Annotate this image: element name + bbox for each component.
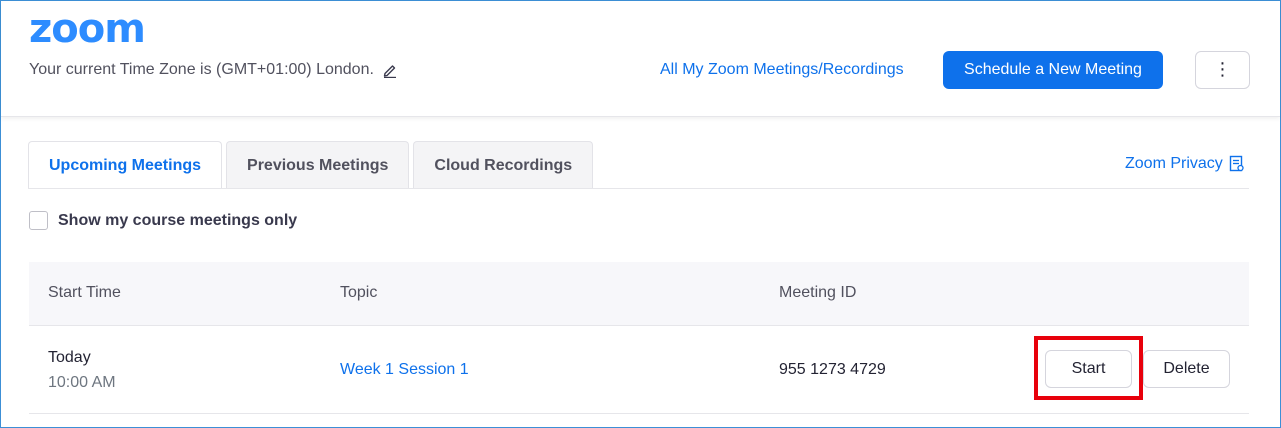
page-header: zoom Your current Time Zone is (GMT+01:0… — [1, 1, 1280, 117]
timezone-info: Your current Time Zone is (GMT+01:00) Lo… — [29, 61, 398, 79]
meeting-id: 955 1273 4729 — [779, 361, 886, 378]
zoom-logo: zoom — [29, 6, 146, 52]
delete-button[interactable]: Delete — [1143, 350, 1230, 388]
timezone-text: Your current Time Zone is (GMT+01:00) Lo… — [29, 61, 374, 78]
privacy-link-label: Zoom Privacy — [1125, 155, 1223, 172]
all-meetings-link[interactable]: All My Zoom Meetings/Recordings — [660, 61, 904, 79]
header-meeting-id: Meeting ID — [779, 284, 857, 301]
header-start-time: Start Time — [48, 284, 121, 301]
meeting-time: 10:00 AM — [48, 374, 116, 391]
schedule-meeting-button[interactable]: Schedule a New Meeting — [943, 51, 1163, 89]
course-filter-label: Show my course meetings only — [58, 211, 298, 229]
table-row: Today 10:00 AM Week 1 Session 1 955 1273… — [29, 325, 1249, 414]
start-button[interactable]: Start — [1045, 350, 1132, 388]
table-header: Start Time Topic Meeting ID — [29, 262, 1249, 325]
document-icon — [1229, 155, 1244, 172]
kebab-menu-icon: ⋮ — [1213, 59, 1232, 80]
header-topic: Topic — [340, 284, 378, 301]
meeting-day: Today — [48, 349, 91, 366]
course-meetings-checkbox[interactable] — [29, 211, 48, 230]
tab-divider — [28, 188, 1249, 189]
tab-cloud-recordings[interactable]: Cloud Recordings — [413, 141, 594, 189]
zoom-privacy-link[interactable]: Zoom Privacy — [1125, 155, 1245, 173]
course-filter: Show my course meetings only — [29, 211, 297, 230]
more-options-button[interactable]: ⋮ — [1195, 51, 1250, 89]
tab-upcoming-meetings[interactable]: Upcoming Meetings — [28, 141, 223, 189]
pencil-icon[interactable] — [382, 62, 398, 79]
tab-previous-meetings[interactable]: Previous Meetings — [226, 141, 410, 189]
meeting-topic-link[interactable]: Week 1 Session 1 — [340, 361, 469, 379]
meeting-tabs: Upcoming Meetings Previous Meetings Clou… — [28, 141, 597, 189]
